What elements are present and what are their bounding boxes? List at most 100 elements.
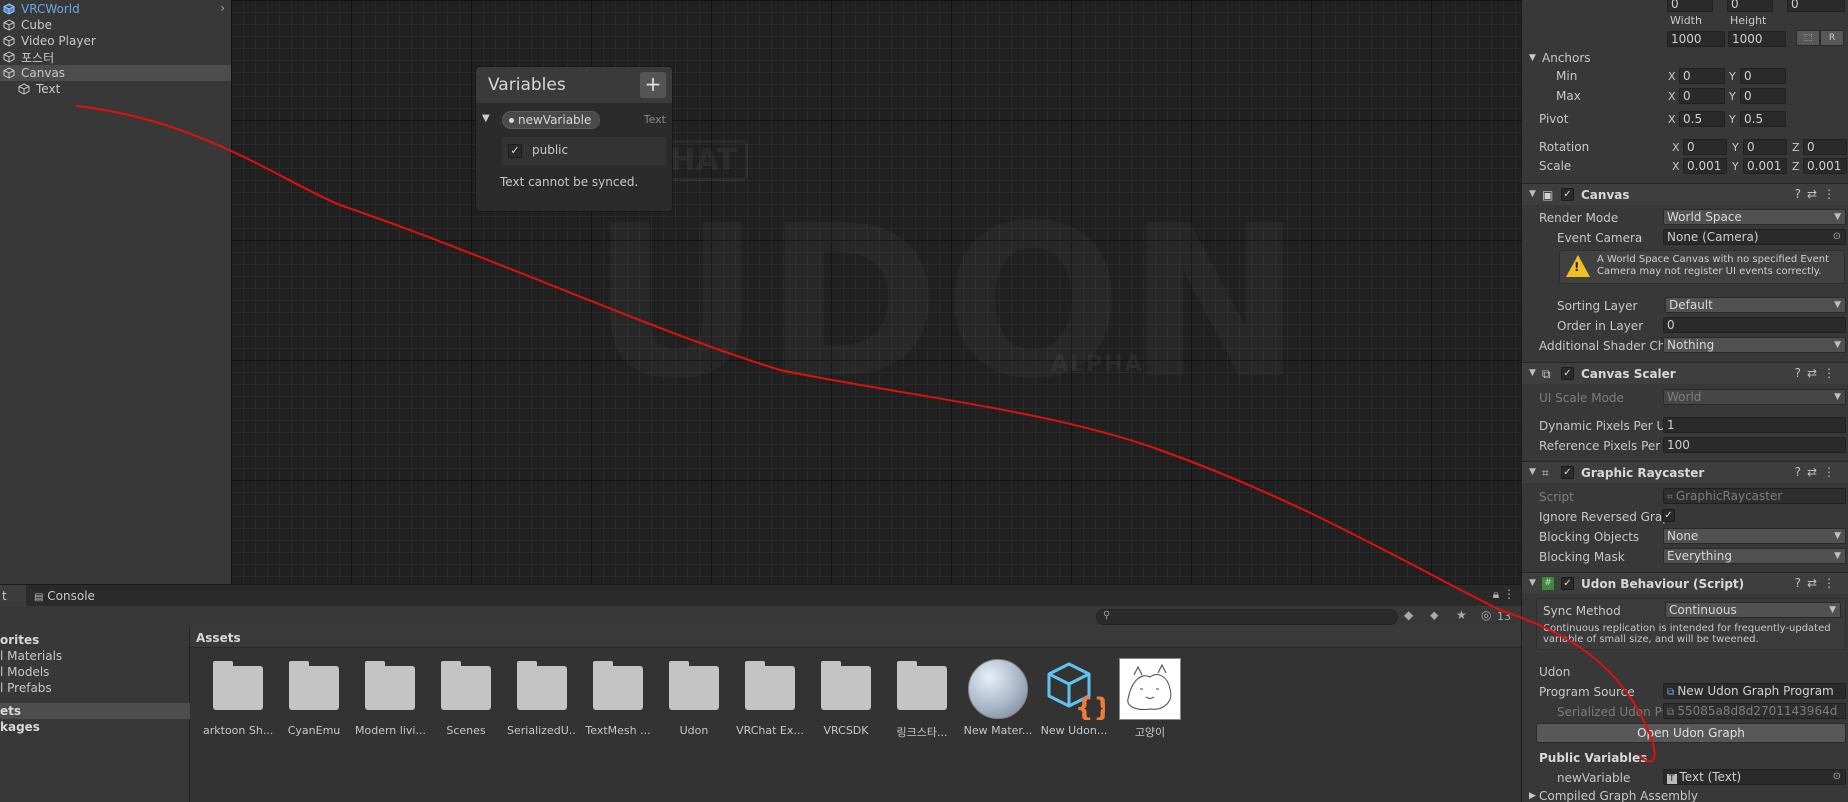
- open-udon-graph-button[interactable]: Open Udon Graph: [1536, 723, 1846, 743]
- object-picker-icon[interactable]: ⊙: [1833, 770, 1841, 784]
- rotation-z-field[interactable]: 0: [1803, 139, 1847, 155]
- fold-icon[interactable]: ▼: [1529, 467, 1536, 477]
- pivot-y-field[interactable]: 0.5: [1740, 111, 1786, 127]
- order-in-layer-field[interactable]: 0: [1663, 317, 1846, 333]
- width-field[interactable]: 1000: [1667, 31, 1725, 47]
- compiled-assembly-label[interactable]: Compiled Graph Assembly: [1539, 789, 1698, 802]
- scale-z-field[interactable]: 0.001: [1803, 158, 1847, 174]
- blueprint-mode-button[interactable]: ⬚: [1796, 30, 1820, 46]
- asset-folder[interactable]: VRCSDK: [811, 658, 881, 748]
- component-enabled-checkbox[interactable]: ✓: [1561, 367, 1574, 380]
- chevron-down-icon[interactable]: ▼: [482, 113, 490, 124]
- help-icon[interactable]: ?: [1795, 366, 1807, 380]
- more-icon[interactable]: ⋮: [1823, 366, 1841, 380]
- asset-udon-program[interactable]: {} New Udon...: [1039, 658, 1112, 748]
- preset-icon[interactable]: ⇄: [1807, 366, 1823, 380]
- additional-shader-dropdown[interactable]: Nothing ▼: [1663, 337, 1846, 353]
- blocking-objects-dropdown[interactable]: None ▼: [1663, 528, 1846, 544]
- help-icon[interactable]: ?: [1795, 187, 1807, 201]
- anchors-fold-icon[interactable]: ▼: [1529, 53, 1536, 63]
- hierarchy-item-video-player[interactable]: Video Player: [0, 33, 231, 49]
- assets-title[interactable]: Assets: [196, 631, 241, 645]
- rotation-x-field[interactable]: 0: [1683, 139, 1727, 155]
- tab-project[interactable]: t: [0, 585, 26, 607]
- asset-folder[interactable]: SerializedU...: [507, 658, 577, 748]
- anchor-max-y-field[interactable]: 0: [1740, 88, 1786, 104]
- canvas-scaler-header[interactable]: ▼ ⧉ ✓ Canvas Scaler ?⇄⋮: [1522, 362, 1848, 384]
- asset-folder[interactable]: TextMesh ...: [583, 658, 653, 748]
- dynamic-pixels-field[interactable]: 1: [1663, 417, 1846, 433]
- asset-folder[interactable]: CyanEmu: [279, 658, 349, 748]
- variable-row[interactable]: ▼ newVariable Text: [482, 111, 666, 129]
- public-checkbox[interactable]: ✓: [508, 144, 522, 158]
- blocking-mask-dropdown[interactable]: Everything ▼: [1663, 548, 1846, 564]
- sorting-layer-dropdown[interactable]: Default ▼: [1665, 297, 1846, 313]
- udon-behaviour-header[interactable]: ▼ # ✓ Udon Behaviour (Script) ?⇄⋮: [1522, 572, 1848, 594]
- more-icon[interactable]: ⋮: [1823, 576, 1841, 590]
- rotation-y-field[interactable]: 0: [1743, 139, 1787, 155]
- pivot-x-field[interactable]: 0.5: [1679, 111, 1725, 127]
- asset-folder[interactable]: Udon: [659, 658, 729, 748]
- canvas-component-header[interactable]: ▼ ▣ ✓ Canvas ?⇄⋮: [1522, 183, 1848, 205]
- preset-icon[interactable]: ⇄: [1807, 465, 1823, 479]
- component-enabled-checkbox[interactable]: ✓: [1561, 188, 1574, 201]
- preset-icon[interactable]: ⇄: [1807, 187, 1823, 201]
- hierarchy-item-canvas[interactable]: Canvas: [0, 65, 231, 81]
- scale-x-field[interactable]: 0.001: [1683, 158, 1727, 174]
- hierarchy-item-vrcworld[interactable]: VRCWorld ›: [0, 1, 231, 17]
- graphic-raycaster-header[interactable]: ▼ ⌗ ✓ Graphic Raycaster ?⇄⋮: [1522, 461, 1848, 483]
- component-enabled-checkbox[interactable]: ✓: [1561, 466, 1574, 479]
- udon-graph-canvas[interactable]: VRCHAT UDON ALPHA Variables + ▼ newVaria…: [231, 0, 1521, 584]
- preset-icon[interactable]: ⇄: [1807, 576, 1823, 590]
- more-icon[interactable]: ⋮: [1503, 587, 1515, 601]
- event-camera-field[interactable]: None (Camera) ⊙: [1663, 229, 1846, 245]
- help-icon[interactable]: ?: [1795, 576, 1807, 590]
- height-field[interactable]: 1000: [1728, 31, 1786, 47]
- public-variable-value-field[interactable]: T Text (Text) ⊙: [1663, 769, 1846, 785]
- more-icon[interactable]: ⋮: [1823, 465, 1841, 479]
- variable-pill[interactable]: newVariable: [502, 111, 601, 129]
- hierarchy-item-poster[interactable]: 포스터: [0, 49, 231, 65]
- pos-y-field[interactable]: 0: [1727, 0, 1773, 12]
- anchor-min-y-field[interactable]: 0: [1740, 68, 1786, 84]
- scale-y-field[interactable]: 0.001: [1743, 158, 1787, 174]
- reference-pixels-field[interactable]: 100: [1663, 437, 1846, 453]
- tree-item-assets[interactable]: ets: [0, 703, 190, 719]
- favorite-all-prefabs[interactable]: l Prefabs: [0, 680, 190, 696]
- chevron-right-icon[interactable]: ›: [220, 1, 225, 15]
- asset-image[interactable]: 고양이: [1115, 658, 1185, 748]
- filter-by-label-icon[interactable]: ⬥: [1430, 608, 1438, 623]
- program-source-field[interactable]: ⧉ New Udon Graph Program: [1663, 683, 1846, 699]
- fold-icon[interactable]: ▼: [1529, 578, 1536, 588]
- tab-console[interactable]: ▤ Console: [30, 585, 104, 607]
- star-icon[interactable]: ★: [1456, 608, 1467, 622]
- asset-folder[interactable]: VRChat Ex...: [735, 658, 805, 748]
- object-picker-icon[interactable]: ⊙: [1833, 230, 1841, 244]
- sync-method-dropdown[interactable]: Continuous ▼: [1665, 602, 1841, 618]
- help-icon[interactable]: ?: [1795, 465, 1807, 479]
- favorite-all-materials[interactable]: l Materials: [0, 648, 190, 664]
- lock-icon[interactable]: 🔒︎: [1493, 587, 1499, 601]
- hierarchy-item-text[interactable]: Text: [0, 81, 231, 97]
- anchor-max-x-field[interactable]: 0: [1679, 88, 1725, 104]
- asset-folder[interactable]: Scenes: [431, 658, 501, 748]
- render-mode-dropdown[interactable]: World Space ▼: [1663, 209, 1846, 225]
- asset-folder[interactable]: arktoon Sh...: [203, 658, 273, 748]
- component-enabled-checkbox[interactable]: ✓: [1561, 577, 1574, 590]
- favorites-header[interactable]: orites: [0, 632, 190, 648]
- tree-item-packages[interactable]: kages: [0, 719, 190, 735]
- favorite-all-models[interactable]: l Models: [0, 664, 190, 680]
- more-icon[interactable]: ⋮: [1823, 187, 1841, 201]
- fold-icon[interactable]: ▼: [1529, 189, 1536, 199]
- asset-folder[interactable]: Modern livi...: [355, 658, 425, 748]
- raw-edit-button[interactable]: R: [1820, 30, 1844, 46]
- filter-by-type-icon[interactable]: ◆: [1404, 608, 1413, 622]
- hidden-eye-icon[interactable]: ◎: [1481, 608, 1491, 622]
- asset-folder[interactable]: 링크스타...: [887, 658, 957, 748]
- asset-material[interactable]: New Mater...: [963, 658, 1033, 748]
- search-input[interactable]: ⚲: [1096, 609, 1398, 625]
- anchor-min-x-field[interactable]: 0: [1679, 68, 1725, 84]
- add-variable-button[interactable]: +: [640, 72, 666, 98]
- fold-right-icon[interactable]: ▶: [1529, 791, 1536, 801]
- pos-x-field[interactable]: 0: [1667, 0, 1713, 12]
